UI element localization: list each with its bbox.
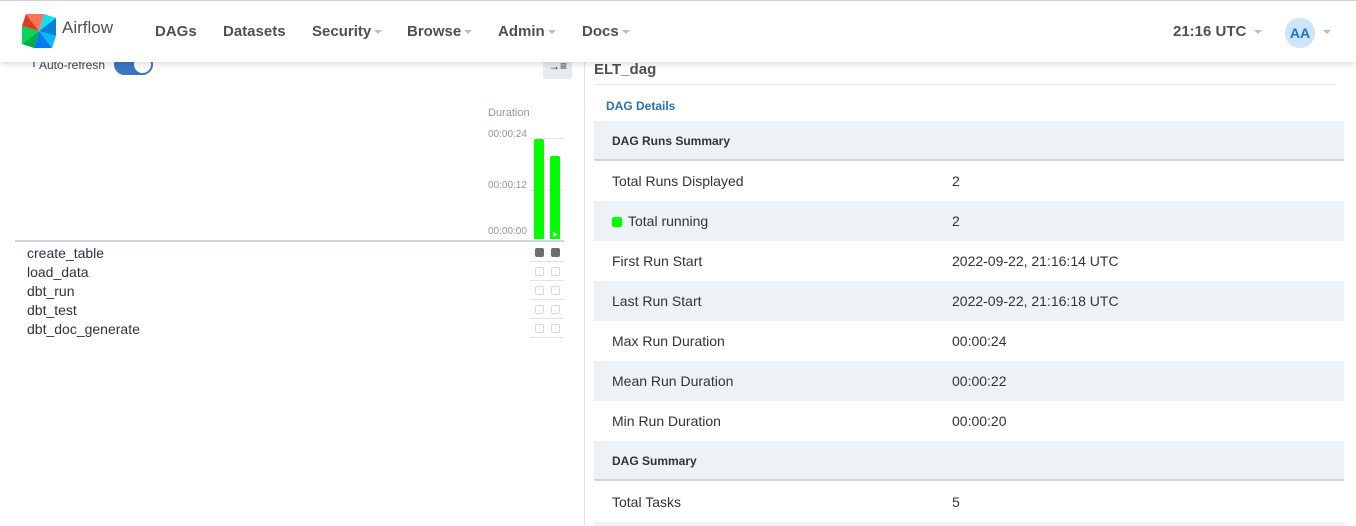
chevron-down-icon: [1254, 30, 1263, 35]
nav-datasets[interactable]: Datasets: [223, 23, 286, 40]
row-value: 00:00:22: [952, 373, 1007, 389]
summary-row-min-duration: Min Run Duration 00:00:20: [594, 401, 1344, 441]
airflow-pinwheel-icon: [22, 14, 56, 48]
task-dbt-run[interactable]: dbt_run: [27, 283, 74, 299]
nav-security-label: Security: [312, 23, 372, 40]
task-instance-cell[interactable]: [535, 286, 544, 295]
nav-docs-label: Docs: [582, 23, 619, 40]
summary-row-max-duration: Max Run Duration 00:00:24: [594, 321, 1344, 361]
chevron-down-icon: [547, 30, 556, 35]
task-instance-cell[interactable]: [551, 286, 560, 295]
task-dbt-test[interactable]: dbt_test: [27, 302, 77, 318]
section-title: DAG Summary: [612, 454, 697, 468]
chevron-down-icon: [374, 30, 383, 35]
chevron-down-icon: [464, 30, 473, 35]
row-value: 2022-09-22, 21:16:14 UTC: [952, 253, 1119, 269]
section-title: DAG Runs Summary: [612, 134, 731, 148]
row-label: Last Run Start: [612, 293, 702, 309]
title-divider: [594, 84, 1336, 85]
dag-run-bar[interactable]: ▶: [550, 156, 560, 239]
nav-dags[interactable]: DAGs: [155, 23, 197, 40]
grid-divider: [15, 240, 564, 242]
row-divider: [530, 318, 564, 319]
row-value: 00:00:20: [952, 413, 1007, 429]
row-label: Total Tasks: [612, 494, 681, 510]
grid-panel: Auto-refresh →≡ Duration 00:00:24 00:00:…: [0, 54, 584, 526]
task-create-table[interactable]: create_table: [27, 245, 104, 261]
task-dbt-doc-generate[interactable]: dbt_doc_generate: [27, 321, 140, 337]
row-value: 2: [952, 213, 960, 229]
row-label: Min Run Duration: [612, 413, 721, 429]
chevron-down-icon: [621, 30, 630, 35]
duration-tick-zero: 00:00:00: [488, 226, 527, 237]
task-instance-cell[interactable]: [535, 267, 544, 276]
task-instance-cell[interactable]: [551, 267, 560, 276]
run-duration-bars: ▶: [530, 124, 564, 239]
summary-row-total-tasks: Total Tasks 5: [594, 482, 1344, 522]
row-label: Mean Run Duration: [612, 373, 734, 389]
nav-dags-label: DAGs: [155, 23, 197, 40]
task-instance-cell[interactable]: [551, 305, 560, 314]
nav-datasets-label: Datasets: [223, 23, 286, 40]
nav-browse[interactable]: Browse: [407, 23, 473, 40]
runs-summary-header: DAG Runs Summary: [594, 121, 1344, 161]
task-instance-cell[interactable]: [551, 248, 560, 257]
row-divider: [530, 337, 564, 338]
panel-divider[interactable]: [584, 62, 585, 526]
summary-row-mean-duration: Mean Run Duration 00:00:22: [594, 361, 1344, 401]
summary-row-total-runs: Total Runs Displayed 2: [594, 161, 1344, 201]
task-instance-cell[interactable]: [551, 324, 560, 333]
summary-row-last-run: Last Run Start 2022-09-22, 21:16:18 UTC: [594, 281, 1344, 321]
nav-docs[interactable]: Docs: [582, 23, 630, 40]
play-icon: ▶: [553, 232, 558, 238]
row-label: Total Runs Displayed: [612, 173, 744, 189]
row-value: 00:00:24: [952, 333, 1007, 349]
duration-tick-mid: 00:00:12: [488, 180, 527, 191]
chevron-down-icon: [1323, 30, 1331, 34]
row-label-text: Total running: [628, 213, 709, 229]
row-label: Total running: [612, 213, 708, 229]
top-navbar: Airflow DAGs Datasets Security Browse Ad…: [0, 0, 1356, 62]
task-instance-cell[interactable]: [535, 248, 544, 257]
summary-row-first-run: First Run Start 2022-09-22, 21:16:14 UTC: [594, 241, 1344, 281]
dag-id-title: ELT_dag: [594, 61, 657, 78]
dag-run-bar[interactable]: [534, 139, 544, 239]
dag-details-link[interactable]: DAG Details: [606, 99, 675, 113]
airflow-logo-link[interactable]: Airflow: [20, 12, 113, 50]
row-divider: [530, 261, 564, 262]
row-divider: [530, 299, 564, 300]
running-status-icon: [612, 217, 622, 227]
duration-axis-label: Duration: [488, 107, 530, 119]
clock-label: 21:16 UTC: [1173, 23, 1247, 40]
row-value: 2022-09-22, 21:16:18 UTC: [952, 293, 1119, 309]
summary-row-total-running: Total running 2: [594, 201, 1344, 241]
row-value: 2: [952, 173, 960, 189]
utc-clock-dropdown[interactable]: 21:16 UTC: [1173, 23, 1263, 40]
nav-security[interactable]: Security: [312, 23, 383, 40]
row-value: 5: [952, 494, 960, 510]
brand-name: Airflow: [62, 18, 114, 37]
task-instance-cell[interactable]: [535, 324, 544, 333]
duration-tick-max: 00:00:24: [488, 129, 527, 140]
row-divider: [530, 280, 564, 281]
task-load-data[interactable]: load_data: [27, 264, 89, 280]
nav-browse-label: Browse: [407, 23, 462, 40]
row-label: Max Run Duration: [612, 333, 725, 349]
dag-summary-header: DAG Summary: [594, 441, 1344, 481]
row-label: First Run Start: [612, 253, 703, 269]
summary-row-partial: [594, 522, 1344, 526]
nav-admin-label: Admin: [498, 23, 545, 40]
user-avatar[interactable]: AA: [1285, 18, 1315, 48]
task-instance-cell[interactable]: [535, 305, 544, 314]
nav-admin[interactable]: Admin: [498, 23, 556, 40]
